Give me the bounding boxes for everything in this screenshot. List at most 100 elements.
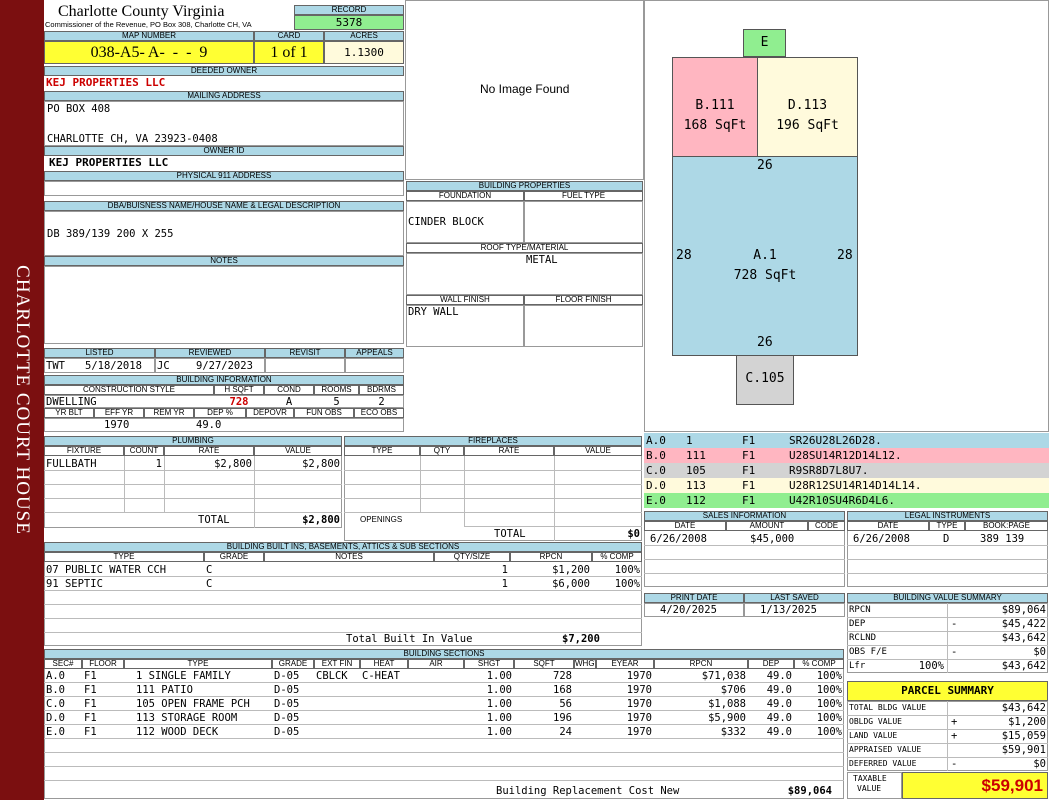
rooms-label: ROOMS	[314, 385, 359, 395]
vs-obs-label: OBS F/E	[849, 647, 887, 657]
builtin-2-rpcn: $6,000	[552, 578, 590, 590]
roof-label: ROOF TYPE/MATERIAL	[406, 243, 643, 253]
sections-col-8: SQFT	[514, 659, 574, 669]
legend-row-e: E.0 112 F1 U42R10SU4R6D4L6.	[644, 493, 1049, 508]
acres-label: ACRES	[324, 31, 404, 41]
builtin-1-grade: C	[206, 564, 213, 576]
vs-rpcn-label: RPCN	[849, 605, 871, 615]
acres-value: 1.1300	[324, 41, 404, 64]
sketch-section-b: B.111 168 SqFt	[672, 57, 758, 157]
dep-pct-value: 49.0	[196, 419, 222, 431]
sections-col-3: GRADE	[272, 659, 314, 669]
sections-col-7: SHGT	[464, 659, 514, 669]
sketch-dim-bottom: 26	[757, 335, 773, 350]
builtin-2-grade: C	[206, 578, 213, 590]
rem-yr-label: REM YR	[144, 408, 194, 418]
sections-col-10: EYEAR	[596, 659, 654, 669]
fireplace-col-type: TYPE	[344, 446, 420, 456]
section-1-cell-7: 1.00	[486, 684, 512, 696]
section-4-cell-3: D-05	[274, 726, 300, 738]
legend-d-path: U28R12SU14R14D14L14.	[789, 479, 922, 492]
section-1-cell-11: $706	[720, 684, 746, 696]
section-2-cell-8: 56	[559, 698, 572, 710]
hsqft-value: 728	[229, 396, 249, 408]
dba-label: DBA/BUISNESS NAME/HOUSE NAME & LEGAL DES…	[44, 201, 404, 211]
section-4-cell-12: 49.0	[766, 726, 792, 738]
cond-value: A	[285, 396, 293, 408]
listed-date: 5/18/2018	[85, 360, 142, 372]
sketch-legend: A.0 1 F1 SR26U28L26D28. B.0 111 F1 U28SU14R12D…	[644, 433, 1049, 508]
builtin-2-type: 91 SEPTIC	[46, 578, 103, 590]
value-summary-label: BUILDING VALUE SUMMARY	[847, 593, 1048, 603]
sections-col-12: DEP	[748, 659, 794, 669]
section-1-cell-10: 1970	[626, 684, 652, 696]
section-4-cell-8: 24	[559, 726, 572, 738]
legend-e-floor: F1	[742, 494, 756, 507]
plumbing-total-label: TOTAL	[198, 514, 230, 526]
legal-col-type: TYPE	[929, 521, 965, 531]
mailing-line-1: PO BOX 408	[47, 103, 111, 115]
builtin-1-comp: 100%	[614, 564, 640, 576]
section-1-cell-12: 49.0	[766, 684, 792, 696]
fireplaces-label: FIREPLACES	[344, 436, 642, 446]
legend-row-d: D.0 113 F1 U28R12SU14R14D14L14.	[644, 478, 1049, 493]
revisit-box	[265, 358, 345, 373]
section-0-cell-8: 728	[553, 670, 572, 682]
owner-id: KEJ PROPERTIES LLC	[49, 156, 169, 169]
vs-lfr-pct: 100%	[918, 660, 944, 672]
record-label: RECORD	[294, 5, 404, 15]
sales-col-code: CODE	[808, 521, 845, 531]
plumbing-label: PLUMBING	[44, 436, 342, 446]
sketch-section-c: C.105	[736, 355, 794, 405]
sidebar-title: CHARLOTTE COURT HOUSE	[12, 265, 33, 535]
ps-appraised-label: APPRAISED VALUE	[849, 745, 922, 754]
plumbing-col-count: COUNT	[124, 446, 164, 456]
section-2-cell-12: 49.0	[766, 698, 792, 710]
section-4-cell-10: 1970	[626, 726, 652, 738]
county-title: Charlotte County Virginia	[58, 3, 225, 20]
section-3-cell-0: D.0	[46, 712, 65, 724]
sketch-a-label: A.1	[753, 248, 777, 263]
sections-rows: A.0 F1 1 SINGLE FAMILY D-05 CBLCK C-HEAT 1.00 7…	[44, 669, 844, 781]
legend-b-num: 111	[686, 449, 706, 462]
sketch-d-label: D.113	[787, 98, 828, 113]
card-number: 1 of 1	[254, 41, 324, 64]
map-number-label: MAP NUMBER	[44, 31, 254, 41]
section-3-cell-8: 196	[553, 712, 572, 724]
ps-deferred-value: $0	[1033, 758, 1046, 770]
construction-style-label: CONSTRUCTION STYLE	[44, 385, 214, 395]
plumbing-col-rate: RATE	[164, 446, 254, 456]
plumbing-col-value: VALUE	[254, 446, 342, 456]
legend-row-b: B.0 111 F1 U28SU14R12D14L12.	[644, 448, 1049, 463]
depovr-label: DEPOVR	[246, 408, 294, 418]
section-3-cell-7: 1.00	[486, 712, 512, 724]
section-0-cell-1: F1	[84, 670, 97, 682]
taxable-label-1: TAXABLE	[853, 774, 887, 783]
sketch-section-d: D.113 196 SqFt	[757, 57, 858, 157]
section-1-cell-0: B.0	[46, 684, 65, 696]
vs-lfr-label: Lfr	[849, 661, 866, 671]
sections-col-9: WHGT	[574, 659, 596, 669]
eff-yr-label: EFF YR	[94, 408, 144, 418]
dep-pct-label: DEP %	[194, 408, 246, 418]
fuel-type-label: FUEL TYPE	[524, 191, 643, 201]
builtins-col-type: TYPE	[44, 552, 204, 562]
vs-rpcn-value: $89,064	[1001, 604, 1046, 616]
section-2-cell-13: 100%	[816, 698, 842, 710]
map-number: 038-A5- A- - - 9	[44, 41, 254, 64]
builtins-col-notes: NOTES	[264, 552, 434, 562]
fun-obs-label: FUN OBS	[294, 408, 354, 418]
legend-row-a: A.0 1 F1 SR26U28L26D28.	[644, 433, 1049, 448]
roof-box	[406, 253, 643, 295]
sketch-dim-top: 26	[757, 158, 773, 173]
legal-col-bookpage: BOOK:PAGE	[965, 521, 1048, 531]
builtins-total-label: Total Built In Value	[346, 633, 473, 645]
ps-total-bldg-value: $43,642	[1001, 702, 1046, 714]
sketch-section-e: E	[743, 29, 786, 57]
legal-bookpage: 389 139	[980, 533, 1025, 545]
section-3-cell-2: 113 STORAGE ROOM	[136, 712, 238, 724]
last-saved-label: LAST SAVED	[744, 593, 845, 603]
section-3-cell-12: 49.0	[766, 712, 792, 724]
ps-obldg-value: $1,200	[1008, 716, 1046, 728]
legend-d-sec: D.0	[646, 479, 666, 492]
